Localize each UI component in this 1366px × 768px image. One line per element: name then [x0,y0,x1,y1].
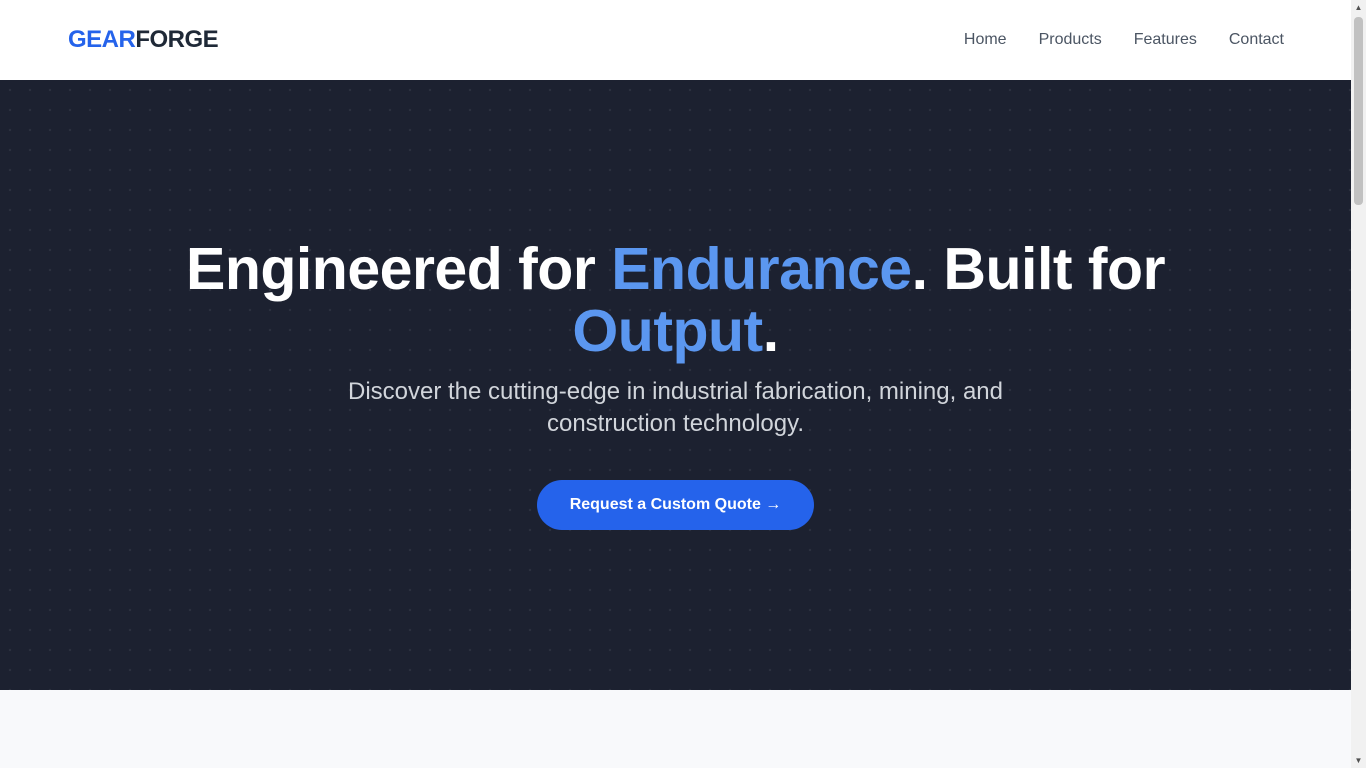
site-header: GEARFORGE Home Products Features Contact [0,0,1351,80]
hero-headline: Engineered for Endurance. Built for Outp… [0,238,1351,362]
brand-logo-part2: FORGE [135,26,219,53]
arrow-down-icon[interactable]: ▼ [1351,753,1366,768]
page-scrollbar[interactable]: ▲ ▼ [1351,0,1366,768]
scrollbar-thumb[interactable] [1354,17,1363,205]
headline-highlight-endurance: Endurance [611,236,912,302]
nav-link-contact[interactable]: Contact [1229,31,1284,49]
arrow-up-icon[interactable]: ▲ [1351,0,1366,15]
request-quote-button[interactable]: Request a Custom Quote → [537,480,814,530]
brand-logo[interactable]: GEARFORGE [68,26,219,54]
page: GEARFORGE Home Products Features Contact… [0,0,1351,768]
nav-link-features[interactable]: Features [1134,31,1197,49]
main-nav: Home Products Features Contact [964,31,1284,49]
headline-text-2: . Built for [911,236,1166,302]
headline-text-3: . [762,298,779,364]
headline-text-1: Engineered for [185,236,612,302]
next-section [0,690,1351,768]
nav-link-home[interactable]: Home [964,31,1007,49]
headline-highlight-output: Output [572,298,763,364]
nav-link-products[interactable]: Products [1039,31,1102,49]
hero-section: Engineered for Endurance. Built for Outp… [0,80,1351,690]
hero-subtitle: Discover the cutting-edge in industrial … [347,378,1004,437]
brand-logo-part1: GEAR [68,26,136,53]
